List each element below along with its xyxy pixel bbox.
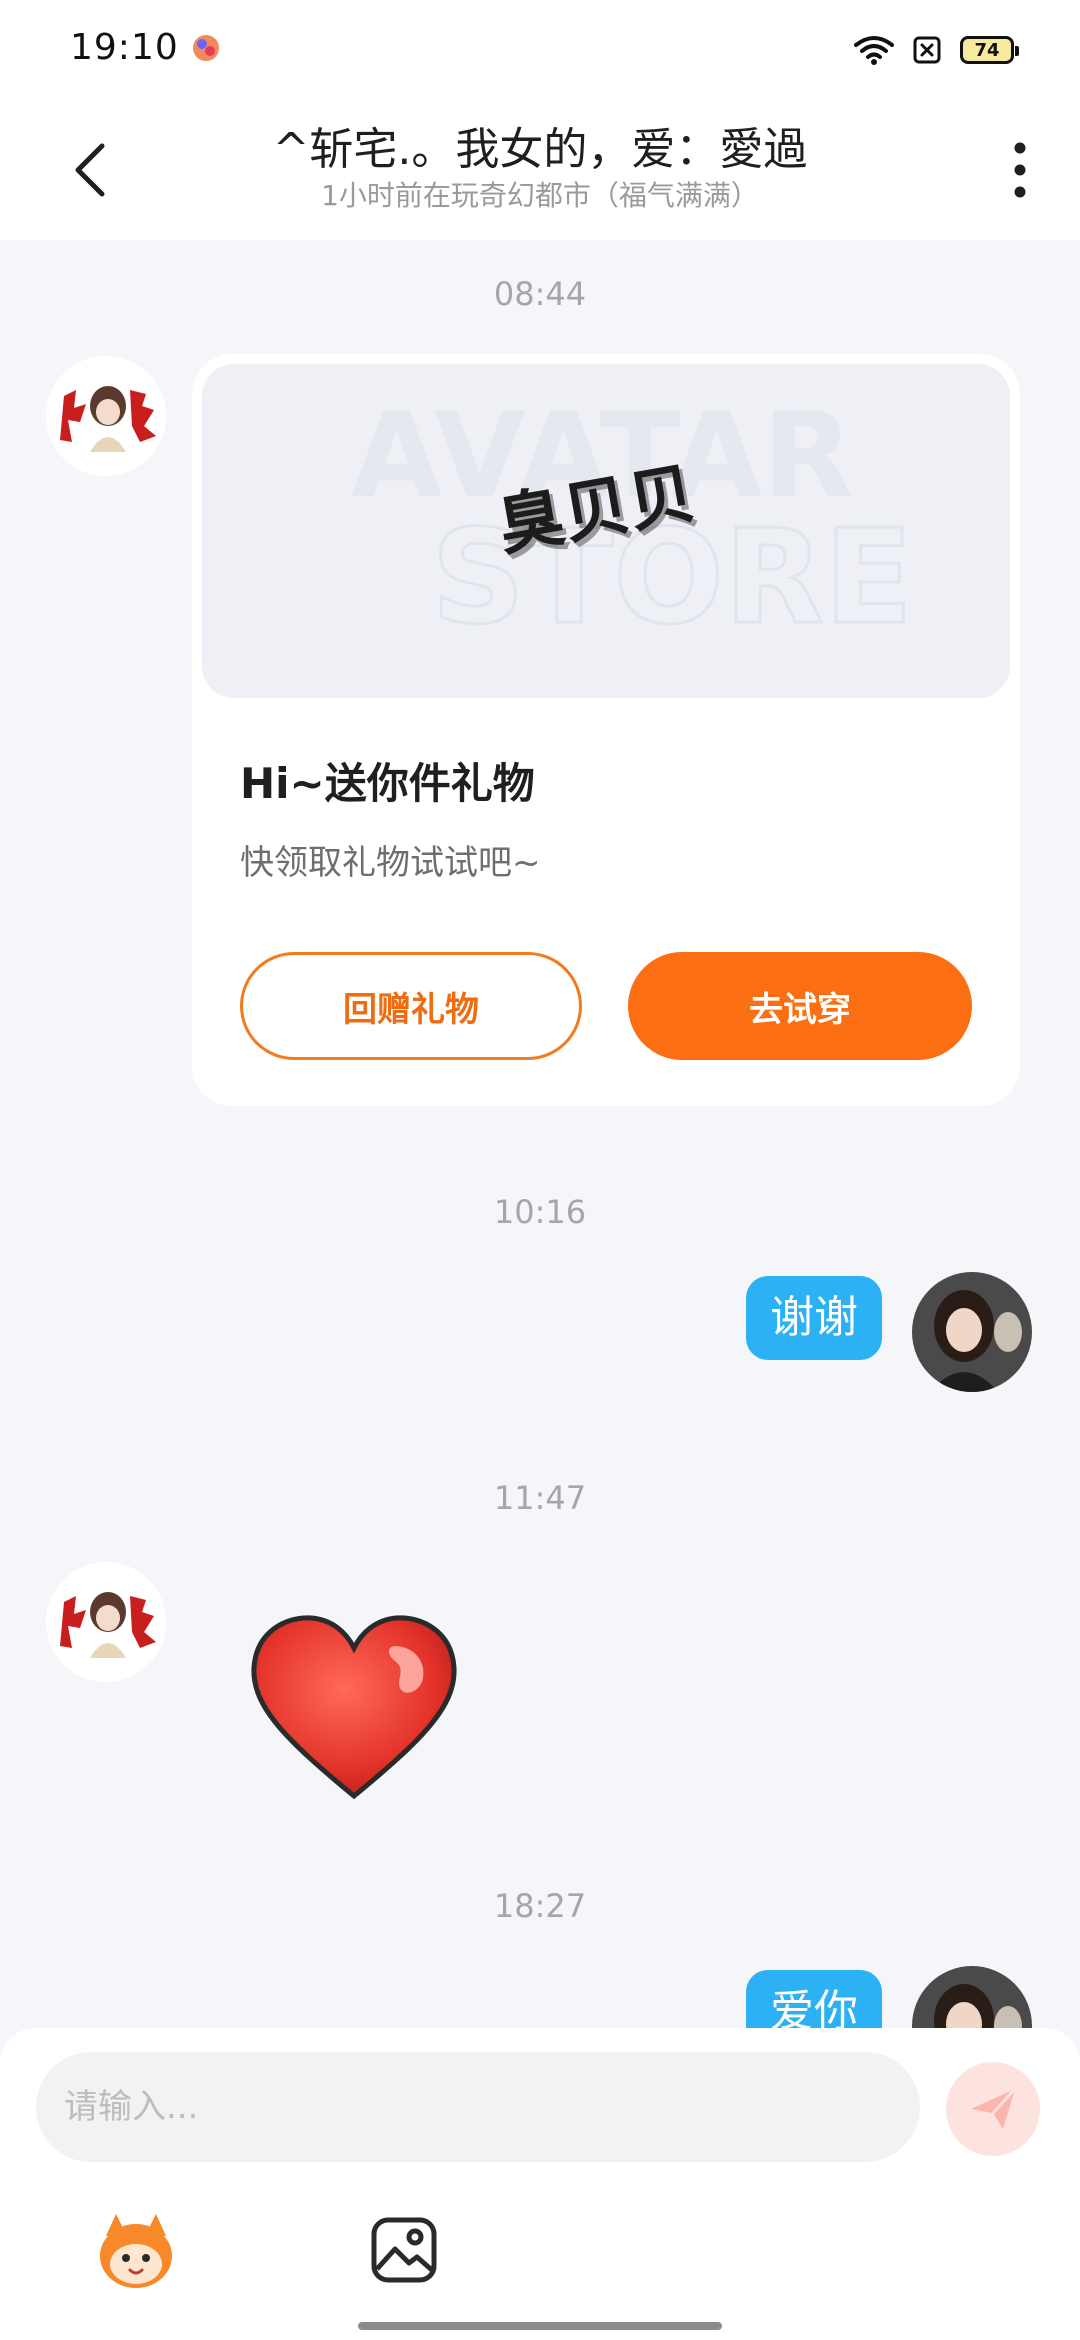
chat-subtitle: 1小时前在玩奇幻都市（福气满满）: [321, 179, 759, 212]
wifi-icon: [854, 36, 894, 65]
app-notification-icon: [193, 35, 219, 61]
message-composer: [0, 2028, 1080, 2340]
sim-off-icon: [913, 36, 941, 64]
status-bar: 19:10 74: [0, 0, 1080, 100]
gift-banner: AVATAR STORE 臭贝贝 臭贝贝: [202, 364, 1010, 698]
gift-title: Hi~送你件礼物: [240, 759, 535, 808]
image-picker-button[interactable]: [356, 2202, 452, 2298]
more-vertical-icon: [1014, 142, 1026, 198]
gift-card[interactable]: AVATAR STORE 臭贝贝 臭贝贝 Hi~送你件礼物 快领取礼物试试吧~ …: [192, 354, 1020, 1106]
message-timestamp: 08:44: [493, 275, 587, 313]
message-timestamp: 11:47: [493, 1479, 587, 1517]
back-button[interactable]: [60, 140, 120, 200]
mascot-icon: [100, 2214, 172, 2288]
status-time: 19:10: [70, 27, 179, 68]
my-avatar-image: [912, 1272, 1032, 1392]
battery-indicator: 74: [960, 36, 1019, 64]
try-on-button[interactable]: 去试穿: [628, 952, 972, 1060]
message-timestamp: 18:27: [493, 1887, 587, 1925]
contact-avatar-image: [46, 356, 166, 476]
home-indicator[interactable]: [358, 2322, 722, 2330]
my-avatar[interactable]: [912, 1272, 1032, 1392]
heart-sticker[interactable]: [246, 1610, 462, 1806]
return-gift-button[interactable]: 回赠礼物: [240, 952, 582, 1060]
image-icon: [371, 2217, 437, 2283]
chat-messages[interactable]: 08:44 AVATAR STORE 臭贝贝 臭贝贝 Hi~送你件礼物 快领取礼…: [0, 240, 1080, 2028]
chevron-left-icon: [75, 143, 105, 197]
my-avatar[interactable]: [912, 1966, 1032, 2028]
emoji-sticker-button[interactable]: [88, 2202, 184, 2298]
battery-level: 74: [974, 39, 1000, 61]
contact-avatar[interactable]: [46, 356, 166, 476]
gift-banner-art: AVATAR STORE 臭贝贝 臭贝贝: [351, 386, 915, 655]
send-icon: [971, 2087, 1017, 2129]
contact-avatar-image: [46, 1562, 166, 1682]
chat-header: ^斩宅.。我女的，爱：愛過 1小时前在玩奇幻都市（福气满满）: [0, 100, 1080, 240]
message-input[interactable]: [36, 2052, 920, 2162]
message-bubble-outgoing[interactable]: 爱你: [746, 1970, 882, 2028]
chat-title: ^斩宅.。我女的，爱：愛過: [272, 124, 808, 175]
my-avatar-image: [912, 1966, 1032, 2028]
message-bubble-outgoing[interactable]: 谢谢: [746, 1276, 882, 1360]
more-options-button[interactable]: [1000, 140, 1040, 200]
send-button[interactable]: [946, 2062, 1040, 2156]
contact-avatar[interactable]: [46, 1562, 166, 1682]
gift-description: 快领取礼物试试吧~: [240, 843, 541, 883]
status-icons: 74: [854, 30, 1019, 70]
message-timestamp: 10:16: [493, 1193, 587, 1231]
